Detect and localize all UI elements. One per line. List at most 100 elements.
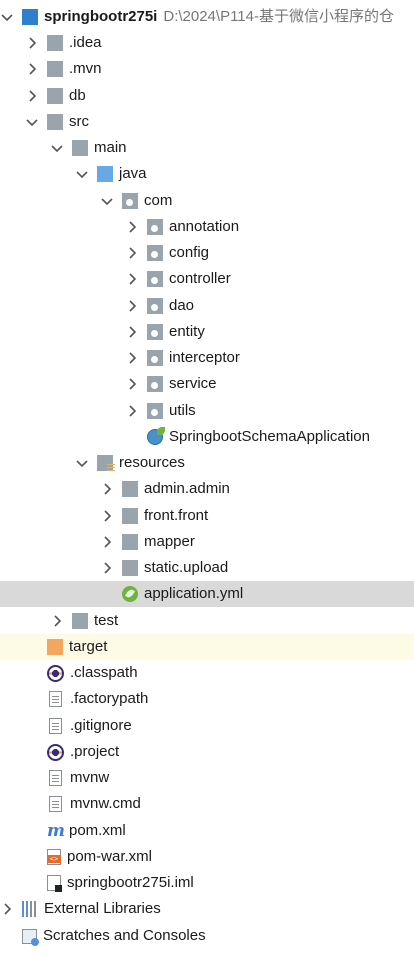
tree-item-application-yml[interactable]: application.yml (0, 581, 414, 607)
tree-item-mapper[interactable]: mapper (0, 529, 414, 555)
package-icon (147, 219, 163, 235)
chevron-right-icon[interactable] (100, 561, 114, 575)
tree-item-main[interactable]: main (0, 135, 414, 161)
package-icon (147, 376, 163, 392)
tree-item-admin[interactable]: admin.admin (0, 476, 414, 502)
tree-item-interceptor[interactable]: interceptor (0, 345, 414, 371)
folder-icon (122, 534, 138, 550)
folder-icon (47, 114, 63, 130)
folder-icon (122, 560, 138, 576)
tree-item-label: target (69, 638, 108, 655)
tree-item-label: front.front (144, 507, 209, 524)
tree-item-label: src (69, 113, 89, 130)
project-name: springbootr275i (44, 8, 158, 25)
resources-folder-icon (97, 455, 115, 471)
tree-item-db[interactable]: db (0, 83, 414, 109)
tree-item-springboot-application[interactable]: SpringbootSchemaApplication (0, 424, 414, 450)
chevron-down-icon[interactable] (25, 115, 39, 129)
chevron-right-icon[interactable] (125, 325, 139, 339)
chevron-right-icon[interactable] (0, 902, 14, 916)
tree-item-label: .gitignore (70, 717, 132, 734)
chevron-right-icon[interactable] (25, 62, 39, 76)
tree-item-label: mvnw (70, 769, 110, 786)
tree-item-idea[interactable]: .idea (0, 30, 414, 56)
chevron-right-icon[interactable] (100, 535, 114, 549)
tree-item-external-libraries[interactable]: External Libraries (0, 896, 414, 922)
folder-icon (47, 35, 63, 51)
chevron-right-icon[interactable] (125, 377, 139, 391)
tree-item-label: dao (169, 297, 195, 314)
chevron-right-icon[interactable] (125, 246, 139, 260)
tree-item-entity[interactable]: entity (0, 319, 414, 345)
chevron-right-icon[interactable] (125, 404, 139, 418)
tree-item-project-root[interactable]: springbootr275i D:\2024\P114-基于微信小程序的仓 (0, 4, 414, 30)
tree-item-com[interactable]: com (0, 188, 414, 214)
tree-item-front[interactable]: front.front (0, 503, 414, 529)
tree-item-project-file[interactable]: .project (0, 739, 414, 765)
tree-item-test[interactable]: test (0, 608, 414, 634)
tree-item-label: SpringbootSchemaApplication (169, 428, 370, 445)
tree-item-label: db (69, 87, 86, 104)
folder-icon (122, 481, 138, 497)
chevron-down-icon[interactable] (75, 456, 89, 470)
tree-item-scratches[interactable]: Scratches and Consoles (0, 923, 414, 949)
tree-item-src[interactable]: src (0, 109, 414, 135)
tree-item-label: static.upload (144, 559, 229, 576)
tree-item-classpath[interactable]: .classpath (0, 660, 414, 686)
chevron-down-icon[interactable] (100, 194, 114, 208)
chevron-right-icon[interactable] (25, 89, 39, 103)
tree-item-label: resources (119, 454, 185, 471)
tree-item-pom[interactable]: m pom.xml (0, 818, 414, 844)
tree-item-static-upload[interactable]: static.upload (0, 555, 414, 581)
chevron-right-icon[interactable] (125, 272, 139, 286)
tree-item-label: java (119, 165, 147, 182)
text-file-icon (49, 718, 62, 734)
tree-item-resources[interactable]: resources (0, 450, 414, 476)
scratches-icon (22, 928, 39, 946)
tree-item-java[interactable]: java (0, 161, 414, 187)
tree-item-dao[interactable]: dao (0, 293, 414, 319)
tree-item-label: main (94, 139, 127, 156)
tree-item-mvn[interactable]: .mvn (0, 56, 414, 82)
tree-item-mvnw-cmd[interactable]: mvnw.cmd (0, 791, 414, 817)
chevron-right-icon[interactable] (125, 351, 139, 365)
spring-boot-application-icon (147, 427, 165, 445)
tree-item-config[interactable]: config (0, 240, 414, 266)
excluded-folder-icon (47, 639, 63, 655)
tree-item-gitignore[interactable]: .gitignore (0, 713, 414, 739)
chevron-right-icon[interactable] (50, 614, 64, 628)
tree-item-label: .factorypath (70, 690, 149, 707)
package-icon (147, 245, 163, 261)
spring-leaf-icon (122, 586, 138, 602)
folder-icon (72, 140, 88, 156)
chevron-right-icon[interactable] (125, 299, 139, 313)
tree-item-iml[interactable]: springbootr275i.iml (0, 870, 414, 896)
library-icon (22, 901, 38, 917)
chevron-down-icon[interactable] (50, 141, 64, 155)
tree-item-label: .idea (69, 34, 102, 51)
module-folder-icon (22, 9, 38, 25)
tree-item-mvnw[interactable]: mvnw (0, 765, 414, 791)
chevron-down-icon[interactable] (75, 167, 89, 181)
text-file-icon (49, 796, 62, 812)
tree-item-annotation[interactable]: annotation (0, 214, 414, 240)
chevron-right-icon[interactable] (100, 509, 114, 523)
tree-item-label: .mvn (69, 60, 102, 77)
chevron-right-icon[interactable] (125, 220, 139, 234)
tree-item-pom-war[interactable]: pom-war.xml (0, 844, 414, 870)
tree-item-controller[interactable]: controller (0, 266, 414, 292)
tree-item-label: test (94, 612, 119, 629)
chevron-right-icon[interactable] (100, 482, 114, 496)
chevron-right-icon[interactable] (25, 36, 39, 50)
tree-item-factorypath[interactable]: .factorypath (0, 686, 414, 712)
tree-item-service[interactable]: service (0, 371, 414, 397)
eclipse-icon (47, 743, 64, 761)
chevron-down-icon[interactable] (0, 10, 14, 24)
tree-item-utils[interactable]: utils (0, 398, 414, 424)
tree-item-target[interactable]: target (0, 634, 414, 660)
tree-item-label: controller (169, 270, 231, 287)
tree-item-label: Scratches and Consoles (43, 927, 206, 944)
tree-item-label: External Libraries (44, 900, 161, 917)
package-icon (147, 298, 163, 314)
tree-item-label: annotation (169, 218, 240, 235)
